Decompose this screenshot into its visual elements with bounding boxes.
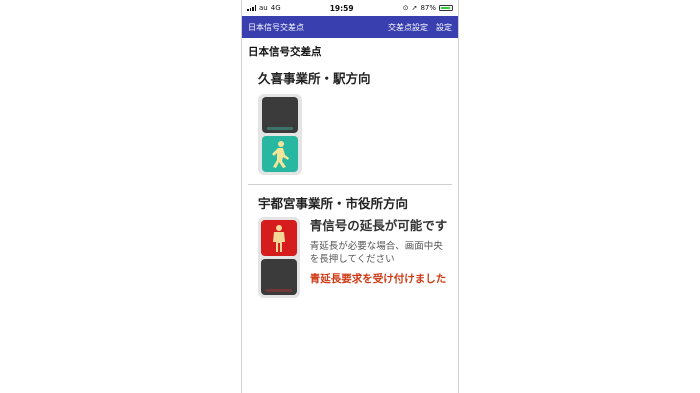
location-icon: ➚ (411, 4, 418, 12)
status-bar: au 4G 19:59 ⊙ ➚ 87% (242, 0, 458, 16)
status-right: ⊙ ➚ 87% (403, 4, 453, 12)
info-description: 青延長が必要な場合、画面中央を長押してください (309, 241, 443, 265)
signal-lamp-red (260, 220, 297, 256)
info-panel: 青信号の延長が可能です 青延長が必要な場合、画面中央を長押してください 青延長要… (310, 217, 452, 298)
status-left: au 4G (247, 4, 281, 12)
extension-accepted-message: 青延長要求を受け付けました (309, 273, 447, 285)
signal-lamp-off (260, 259, 297, 295)
settings-button[interactable]: 設定 (436, 22, 452, 33)
signal-row: 青信号の延長が可能です 青延長が必要な場合、画面中央を長押してください 青延長要… (258, 217, 452, 298)
pedestrian-signal (258, 94, 302, 175)
battery-icon (439, 5, 453, 11)
nav-title: 日本信号交差点 (248, 22, 304, 32)
page-title: 日本信号交差点 (248, 46, 322, 58)
divider (248, 184, 452, 185)
nav-actions: 交差点設定 設定 (388, 22, 452, 33)
network-label: 4G (270, 4, 281, 12)
intersection-settings-button[interactable]: 交差点設定 (388, 22, 428, 33)
carrier-label: au (259, 4, 268, 12)
signal-lamp-green (262, 136, 298, 172)
orientation-lock-icon: ⊙ (402, 4, 409, 12)
signal-lamp-off (262, 97, 298, 133)
standing-person-icon (272, 225, 285, 252)
direction-block: 久喜事業所・駅方向 (248, 70, 452, 175)
walking-person-icon (272, 141, 289, 168)
battery-percent: 87% (420, 4, 436, 12)
direction-block: 宇都宮事業所・市役所方向 青信号の延長が可能です 青延長が必要な場合、画面中央を… (248, 195, 452, 298)
direction-name: 宇都宮事業所・市役所方向 (258, 196, 409, 211)
signal-row (258, 94, 452, 175)
direction-name: 久喜事業所・駅方向 (258, 71, 371, 86)
main-content[interactable]: 日本信号交差点 久喜事業所・駅方向 宇都宮事業所・市役所方向 青信号の延長が可能… (242, 38, 458, 298)
status-time: 19:59 (329, 3, 354, 13)
pedestrian-signal (258, 217, 300, 298)
signal-strength-icon (247, 5, 256, 11)
phone-screen: au 4G 19:59 ⊙ ➚ 87% 日本信号交差点 交差点設定 設定 日本信… (241, 0, 459, 393)
info-headline: 青信号の延長が可能です (309, 218, 448, 233)
nav-bar: 日本信号交差点 交差点設定 設定 (242, 16, 458, 38)
